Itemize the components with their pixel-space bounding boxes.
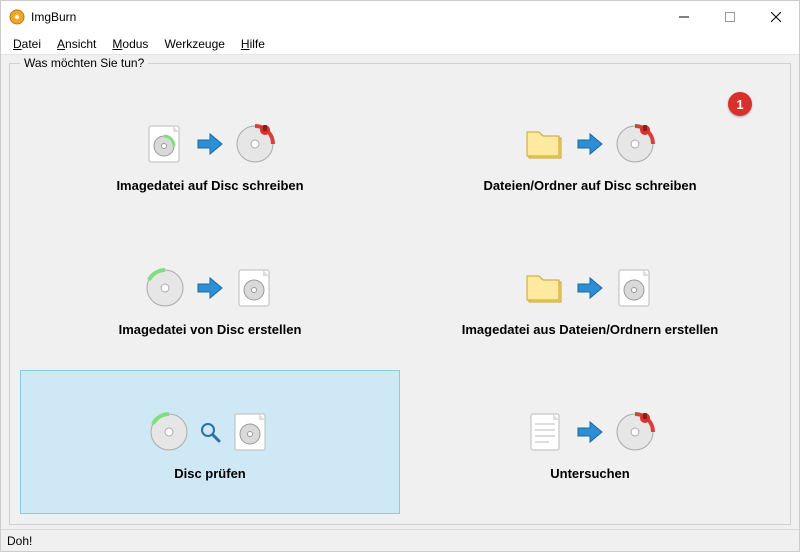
disc-write-icon xyxy=(613,122,657,166)
action-grid: Imagedatei auf Disc schreiben 1 Dateien xyxy=(20,82,780,514)
action-write-image-to-disc[interactable]: Imagedatei auf Disc schreiben xyxy=(20,82,400,226)
folder-icon xyxy=(523,266,567,310)
action-label: Imagedatei aus Dateien/Ordnern erstellen xyxy=(462,322,718,337)
close-button[interactable] xyxy=(753,1,799,33)
menu-modus[interactable]: Modus xyxy=(104,35,156,53)
arrow-right-icon xyxy=(195,273,225,303)
titlebar: ImgBurn xyxy=(1,1,799,33)
statusbar: Doh! xyxy=(1,529,799,551)
disc-write-icon xyxy=(613,410,657,454)
action-create-image-from-files[interactable]: Imagedatei aus Dateien/Ordnern erstellen xyxy=(400,226,780,370)
menu-datei[interactable]: D/*noop*/atei xyxy=(5,35,49,53)
file-disc-icon xyxy=(143,122,187,166)
action-label: Imagedatei von Disc erstellen xyxy=(119,322,302,337)
file-disc-icon xyxy=(613,266,657,310)
window-controls xyxy=(661,1,799,33)
arrow-right-icon xyxy=(575,129,605,159)
action-label: Untersuchen xyxy=(550,466,629,481)
maximize-button[interactable] xyxy=(707,1,753,33)
disc-icon xyxy=(143,266,187,310)
action-verify-disc[interactable]: Disc prüfen xyxy=(20,370,400,514)
action-label: Dateien/Ordner auf Disc schreiben xyxy=(483,178,696,193)
arrow-right-icon xyxy=(575,417,605,447)
folder-icon xyxy=(523,122,567,166)
app-icon xyxy=(9,9,25,25)
action-create-image-from-disc[interactable]: Imagedatei von Disc erstellen xyxy=(20,226,400,370)
menu-ansicht[interactable]: Ansicht xyxy=(49,35,104,53)
menu-werkzeuge[interactable]: Werkzeuge xyxy=(156,35,232,53)
disc-write-icon xyxy=(233,122,277,166)
magnifier-icon xyxy=(199,421,221,443)
step-badge: 1 xyxy=(728,92,752,116)
menubar: D/*noop*/atei Ansicht Modus Werkzeuge Hi… xyxy=(1,33,799,55)
file-disc-icon xyxy=(233,266,277,310)
disc-icon xyxy=(147,410,191,454)
action-label: Imagedatei auf Disc schreiben xyxy=(116,178,303,193)
action-write-files-to-disc[interactable]: 1 Dateien/Ordner auf Disc schreiben xyxy=(400,82,780,226)
groupbox-label: Was möchten Sie tun? xyxy=(20,56,148,70)
menu-hilfe[interactable]: Hilfe xyxy=(233,35,273,53)
action-discovery[interactable]: Untersuchen xyxy=(400,370,780,514)
action-label: Disc prüfen xyxy=(174,466,246,481)
minimize-button[interactable] xyxy=(661,1,707,33)
file-disc-icon xyxy=(229,410,273,454)
text-file-icon xyxy=(523,410,567,454)
content-area: Was möchten Sie tun? Imagedatei auf Disc… xyxy=(1,55,799,529)
arrow-right-icon xyxy=(575,273,605,303)
action-groupbox: Was möchten Sie tun? Imagedatei auf Disc… xyxy=(9,63,791,525)
window-title: ImgBurn xyxy=(31,10,661,24)
arrow-right-icon xyxy=(195,129,225,159)
status-text: Doh! xyxy=(7,534,32,548)
